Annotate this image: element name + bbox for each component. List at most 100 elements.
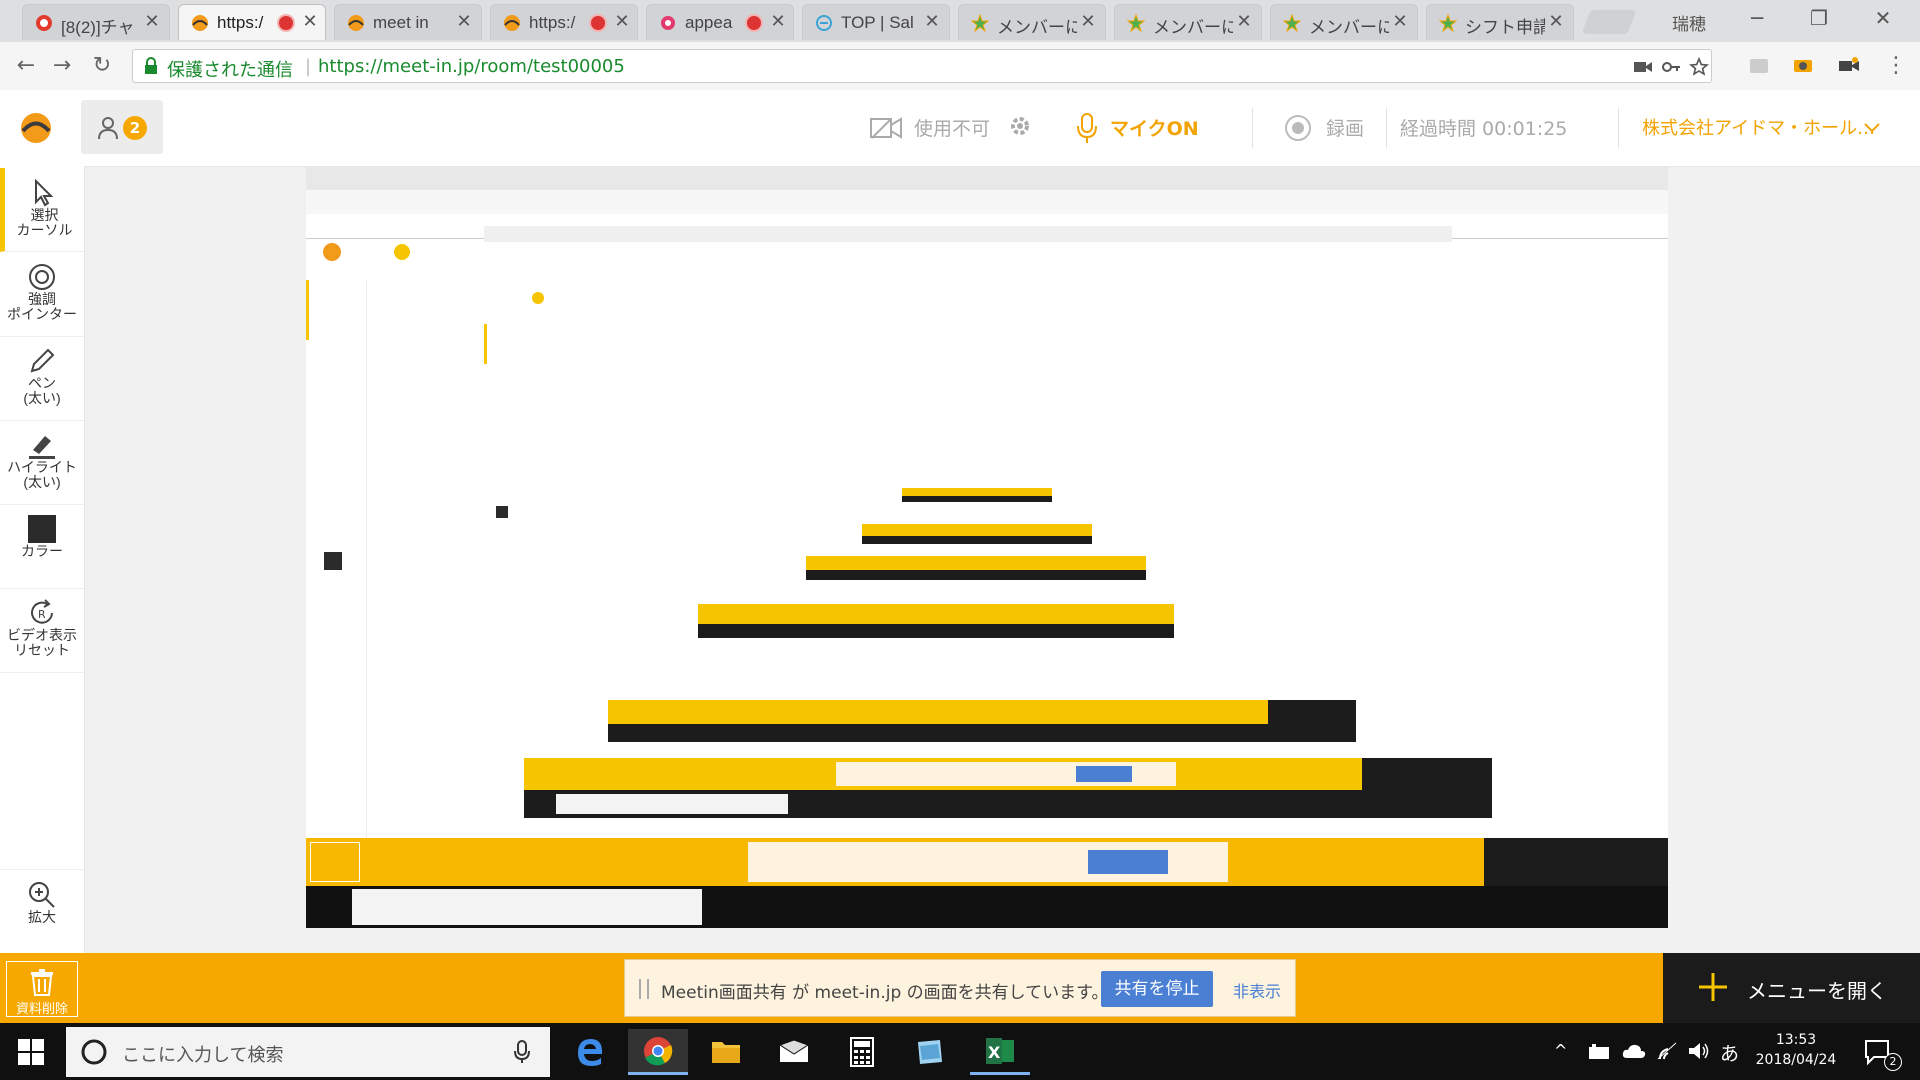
meetin-logo-icon[interactable] <box>20 112 52 144</box>
participants-button[interactable]: 2 <box>81 100 163 154</box>
svg-text:X: X <box>988 1043 1001 1062</box>
nested-stop-button <box>1076 766 1132 782</box>
tool-pen-thick[interactable]: ペン (太い) <box>0 336 84 421</box>
volume-icon[interactable] <box>1688 1042 1710 1060</box>
browser-tab[interactable]: メンバーにフ ✕ <box>1270 4 1418 40</box>
browser-tab[interactable]: https:/ ✕ <box>490 4 638 40</box>
network-adapter-icon[interactable] <box>1588 1043 1610 1061</box>
nested-taskbar-level-5 <box>862 536 1092 544</box>
window-close-icon[interactable]: ✕ <box>1868 6 1898 30</box>
tool-highlight-pointer[interactable]: 強調 ポインター <box>0 252 84 337</box>
record-icon[interactable] <box>1284 114 1312 142</box>
forward-icon[interactable]: → <box>48 52 76 80</box>
browser-tab[interactable]: シフト申請 ✕ <box>1426 4 1574 40</box>
back-icon[interactable]: ← <box>12 52 40 80</box>
taskbar-mail[interactable] <box>764 1029 824 1075</box>
captured-stop-button <box>1088 850 1168 874</box>
extension-camera-icon[interactable] <box>1792 56 1814 76</box>
tray-chevron-icon[interactable]: ^ <box>1554 1041 1567 1060</box>
tool-highlighter-thick[interactable]: ハイライト (太い) <box>0 420 84 505</box>
close-icon[interactable]: ✕ <box>1079 11 1097 32</box>
microphone-icon[interactable] <box>514 1040 530 1064</box>
chevron-down-icon[interactable] <box>1864 122 1880 134</box>
camera-status-label[interactable]: 使用不可 <box>914 114 990 141</box>
stop-sharing-button[interactable]: 共有を停止 <box>1101 971 1213 1007</box>
browser-menu-icon[interactable]: ⋮ <box>1882 52 1910 80</box>
extension-icon[interactable] <box>1748 56 1770 76</box>
color-swatch-icon <box>28 515 56 543</box>
record-label[interactable]: 録画 <box>1326 114 1364 141</box>
nested-toolbar-level-3 <box>698 604 1174 624</box>
close-icon[interactable]: ✕ <box>1547 11 1565 32</box>
browser-tab[interactable]: [8(2)]チャ ✕ <box>22 4 170 40</box>
tool-label: ハイライト (太い) <box>7 459 77 490</box>
browser-tab-active[interactable]: https:/ ✕ <box>178 4 326 40</box>
close-icon[interactable]: ✕ <box>143 11 161 32</box>
close-icon[interactable]: ✕ <box>613 11 631 32</box>
ime-indicator[interactable]: あ <box>1720 1039 1739 1066</box>
app-header: 2 使用不可 マイクON 録画 経過時間 00:01:25 株式会社アイドマ・ホ… <box>0 90 1920 167</box>
taskbar-edge[interactable] <box>560 1029 620 1075</box>
mic-status-label[interactable]: マイクON <box>1110 114 1199 141</box>
close-icon[interactable]: ✕ <box>455 11 473 32</box>
hide-button[interactable]: 非表示 <box>1233 978 1281 1002</box>
user-icon <box>98 117 118 140</box>
reload-icon[interactable]: ↻ <box>88 52 116 80</box>
browser-tab[interactable]: TOP | Sal ✕ <box>802 4 950 40</box>
taskbar-file-explorer[interactable] <box>696 1029 756 1075</box>
nested-sidebar-marker <box>484 324 487 364</box>
restore-icon[interactable]: ❐ <box>1804 6 1834 30</box>
browser-tab[interactable]: appea ✕ <box>646 4 794 40</box>
close-icon[interactable]: ✕ <box>923 11 941 32</box>
omnibox[interactable]: 保護された通信 | https://meet-in.jp/room/test00… <box>132 49 1712 83</box>
company-name-label[interactable]: 株式会社アイドマ・ホール… <box>1642 114 1875 140</box>
wifi-icon[interactable] <box>1656 1041 1678 1061</box>
bookmark-star-icon[interactable] <box>1689 57 1709 77</box>
tool-video-reset[interactable]: R ビデオ表示 リセット <box>0 588 84 673</box>
taskbar-clock[interactable]: 13:53 2018/04/24 <box>1754 1030 1838 1070</box>
extension-video-icon[interactable] <box>1838 56 1860 76</box>
shared-screen-view[interactable] <box>306 166 1668 928</box>
camera-off-icon[interactable] <box>870 116 902 140</box>
url-text[interactable]: https://meet-in.jp/room/test00005 <box>318 56 625 77</box>
taskbar-app[interactable] <box>900 1029 960 1075</box>
microphone-icon[interactable] <box>1076 112 1098 144</box>
browser-tab[interactable]: meet in ✕ <box>334 4 482 40</box>
calculator-icon <box>850 1037 874 1067</box>
camera-blocked-icon[interactable] <box>1633 57 1653 77</box>
close-icon[interactable]: ✕ <box>1391 11 1409 32</box>
minimize-icon[interactable]: ─ <box>1742 6 1772 30</box>
bottom-toolbar: 資料削除 Meetin画面共有 が meet-in.jp の画面を共有しています… <box>0 953 1920 1023</box>
new-tab-button[interactable] <box>1581 10 1637 34</box>
meetin-icon <box>192 15 208 31</box>
nested-badge-icon <box>394 244 410 260</box>
delete-material-button[interactable]: 資料削除 <box>6 961 78 1017</box>
clock-date: 2018/04/24 <box>1755 1052 1837 1068</box>
chat-icon <box>36 15 52 31</box>
taskbar-excel[interactable]: X <box>970 1029 1030 1075</box>
taskbar-calculator[interactable] <box>832 1029 892 1075</box>
tool-color[interactable]: カラー <box>0 504 84 589</box>
zoom-button[interactable]: 拡大 <box>0 869 84 954</box>
key-icon[interactable] <box>1661 57 1681 77</box>
tab-label: メンバーにフ <box>997 18 1077 37</box>
taskbar-search-box[interactable]: ここに入力して検索 <box>66 1027 550 1077</box>
open-menu-button[interactable]: メニューを開く <box>1663 953 1920 1023</box>
windows-start-icon[interactable] <box>18 1039 44 1065</box>
browser-tab[interactable]: メンバーにフ ✕ <box>1114 4 1262 40</box>
taskbar-chrome[interactable] <box>628 1029 688 1075</box>
tool-label: ビデオ表示 リセット <box>7 627 77 658</box>
gear-icon[interactable] <box>1008 114 1032 138</box>
close-icon[interactable]: ✕ <box>769 11 787 32</box>
lock-icon <box>145 57 157 74</box>
close-icon[interactable]: ✕ <box>1235 11 1253 32</box>
browser-tab[interactable]: メンバーにフ ✕ <box>958 4 1106 40</box>
close-icon[interactable]: ✕ <box>301 11 319 32</box>
drag-handle-icon[interactable] <box>639 979 649 999</box>
tab-label: メンバーにフ <box>1309 18 1389 37</box>
nested-menu-level-1 <box>1362 758 1492 790</box>
tool-select-cursor[interactable]: 選択 カーソル <box>0 168 84 252</box>
onedrive-icon[interactable] <box>1622 1043 1646 1059</box>
nested-active-tool-marker <box>306 280 309 340</box>
trash-icon <box>31 969 53 996</box>
